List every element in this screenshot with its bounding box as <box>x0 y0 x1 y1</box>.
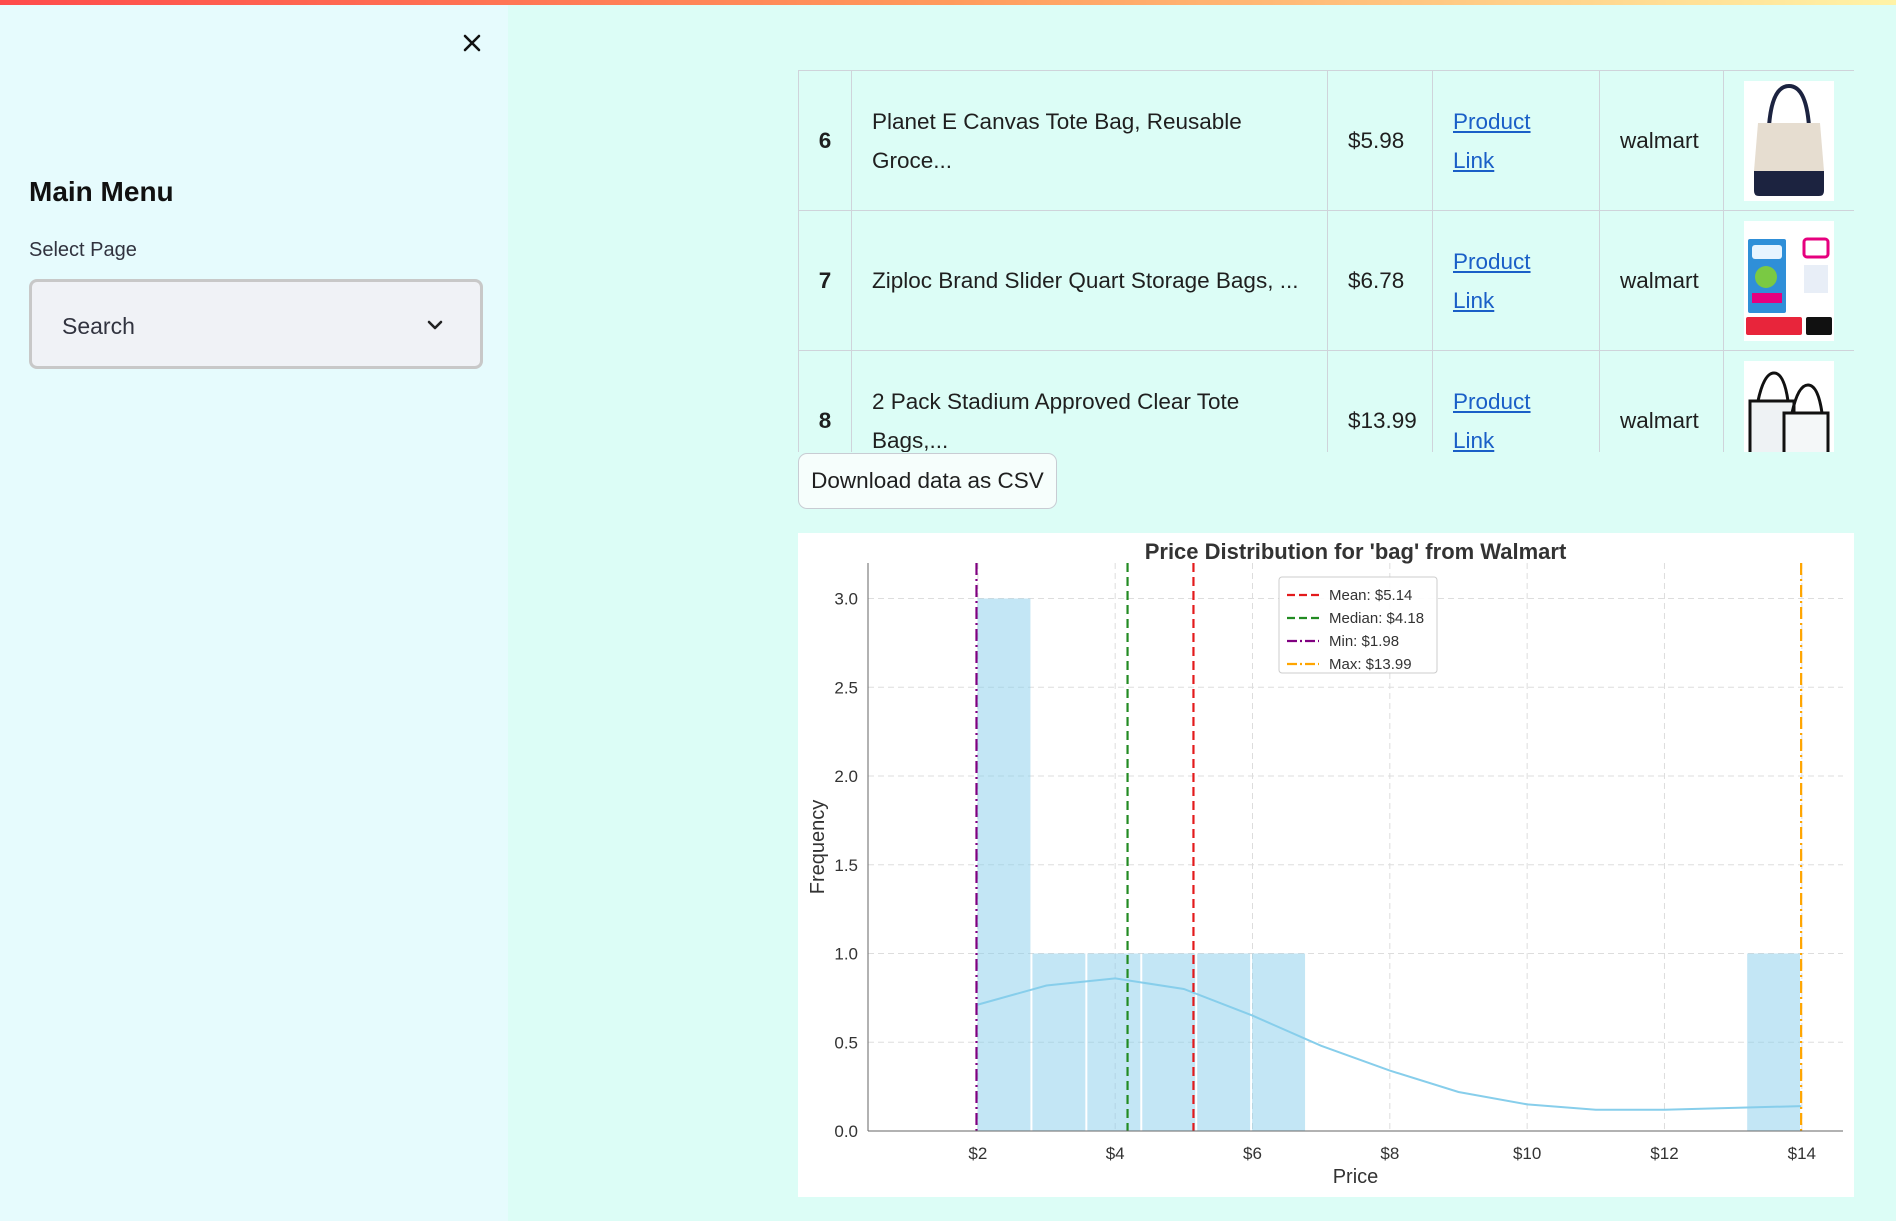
results-table: 6 Planet E Canvas Tote Bag, Reusable Gro… <box>798 70 1854 452</box>
table-row: 6 Planet E Canvas Tote Bag, Reusable Gro… <box>798 70 1854 211</box>
row-index: 7 <box>798 210 852 351</box>
product-link[interactable]: Product Link <box>1453 249 1531 313</box>
y-tick-label: 0.0 <box>834 1122 858 1141</box>
store-name: walmart <box>1599 350 1724 452</box>
page-select-value: Search <box>62 313 135 339</box>
product-link[interactable]: Product Link <box>1453 109 1531 173</box>
histogram-bar <box>1197 953 1251 1131</box>
histogram-bar <box>977 598 1031 1131</box>
x-tick-label: $14 <box>1788 1144 1816 1163</box>
product-name: Planet E Canvas Tote Bag, Reusable Groce… <box>851 70 1328 211</box>
x-tick-label: $12 <box>1650 1144 1678 1163</box>
sidebar: Main Menu Select Page Search <box>0 0 508 1221</box>
product-link-text: Link <box>1453 147 1495 173</box>
x-tick-label: $10 <box>1513 1144 1541 1163</box>
x-tick-label: $8 <box>1380 1144 1399 1163</box>
x-tick-label: $6 <box>1243 1144 1262 1163</box>
store-name: walmart <box>1599 70 1724 211</box>
x-axis-label: Price <box>1333 1166 1379 1188</box>
y-axis-label: Frequency <box>807 800 829 895</box>
y-tick-label: 1.5 <box>834 856 858 875</box>
y-tick-label: 2.0 <box>834 767 858 786</box>
clear-tote-bags-image <box>1744 360 1834 452</box>
histogram-bar <box>1032 953 1086 1131</box>
product-link-text: Product <box>1453 388 1531 414</box>
top-accent-bar <box>0 0 1896 5</box>
price-distribution-chart: $2 $4 $6 $8 $10 $12 $14 0.0 0.5 1.0 1.5 2.0 2.5 3.0 Pr… <box>798 533 1854 1197</box>
product-name: 2 Pack Stadium Approved Clear Tote Bags,… <box>851 350 1328 452</box>
legend-label: Min: $1.98 <box>1329 633 1399 650</box>
y-tick-label: 0.5 <box>834 1033 858 1052</box>
histogram-bar <box>1747 953 1801 1131</box>
product-price: $6.78 <box>1327 210 1433 351</box>
product-link-text: Product <box>1453 248 1531 274</box>
product-name: Ziploc Brand Slider Quart Storage Bags, … <box>851 210 1328 351</box>
row-index: 8 <box>798 350 852 452</box>
legend-label: Max: $13.99 <box>1329 656 1412 673</box>
x-tick-label: $4 <box>1106 1144 1125 1163</box>
product-link-text: Link <box>1453 427 1495 453</box>
product-price: $13.99 <box>1327 350 1433 452</box>
histogram-bar <box>1252 953 1306 1131</box>
table-row: 7 Ziploc Brand Slider Quart Storage Bags… <box>798 210 1854 351</box>
y-tick-label: 1.0 <box>834 945 858 964</box>
product-link[interactable]: Product Link <box>1453 389 1531 453</box>
close-sidebar-button[interactable] <box>455 26 489 60</box>
store-name: walmart <box>1599 210 1724 351</box>
ziploc-bags-box-image <box>1744 220 1834 341</box>
row-index: 6 <box>798 70 852 211</box>
table-row: 8 2 Pack Stadium Approved Clear Tote Bag… <box>798 350 1854 453</box>
product-link-text: Link <box>1453 287 1495 313</box>
canvas-tote-bag-image <box>1744 80 1834 201</box>
histogram-bar <box>1142 953 1196 1131</box>
chevron-down-icon <box>427 320 443 330</box>
download-csv-button[interactable]: Download data as CSV <box>798 453 1057 509</box>
chart-title: Price Distribution for 'bag' from Walmar… <box>1145 539 1567 564</box>
sidebar-title: Main Menu <box>29 176 174 207</box>
chart-svg: $2 $4 $6 $8 $10 $12 $14 0.0 0.5 1.0 1.5 2.0 2.5 3.0 Pr… <box>807 539 1843 1188</box>
product-link-text: Product <box>1453 108 1531 134</box>
y-tick-label: 2.5 <box>834 678 858 697</box>
product-price: $5.98 <box>1327 70 1433 211</box>
y-tick-label: 3.0 <box>834 590 858 609</box>
legend-label: Median: $4.18 <box>1329 610 1424 627</box>
close-icon <box>463 34 481 52</box>
legend-label: Mean: $5.14 <box>1329 587 1412 604</box>
x-tick-label: $2 <box>968 1144 987 1163</box>
select-page-label: Select Page <box>29 239 137 261</box>
page-select-dropdown[interactable]: Search <box>29 279 483 369</box>
